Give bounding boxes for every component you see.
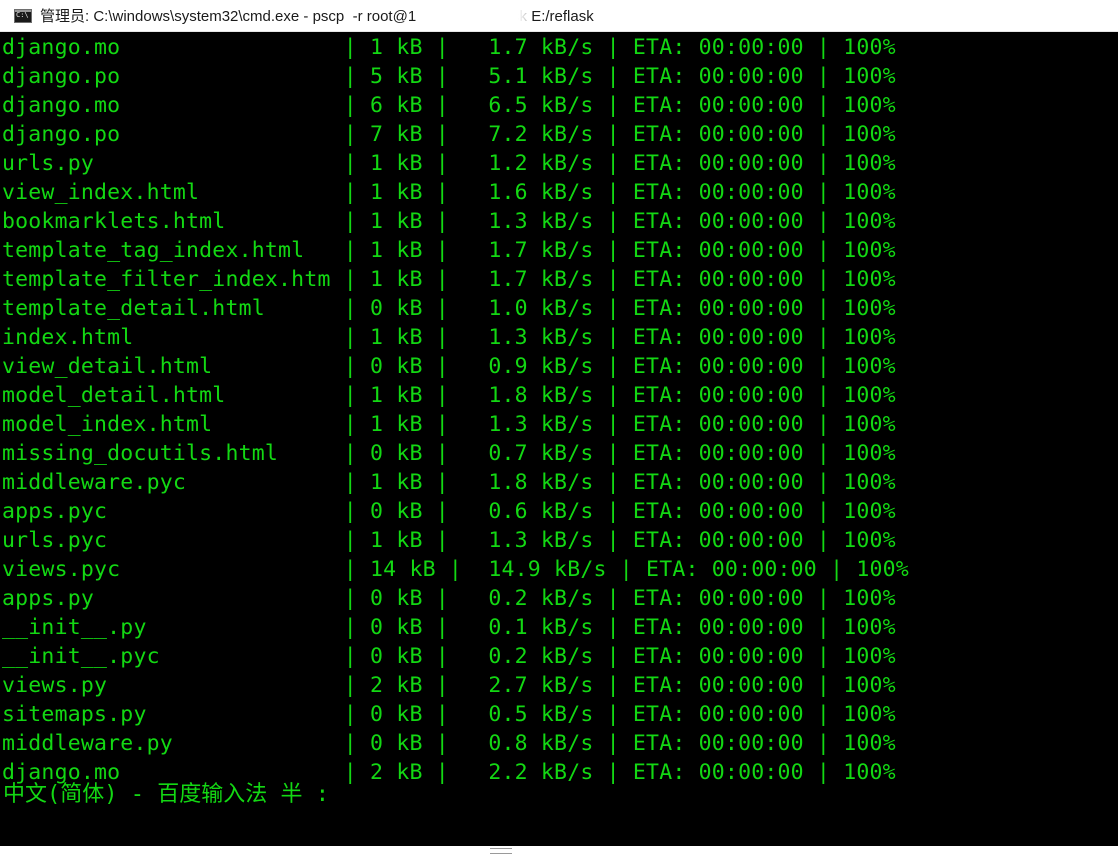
- terminal-line: django.mo | 6 kB | 6.5 kB/s | ETA: 00:00…: [2, 93, 896, 118]
- terminal-line: missing_docutils.html | 0 kB | 0.7 kB/s …: [2, 441, 896, 466]
- terminal-line: apps.py | 0 kB | 0.2 kB/s | ETA: 00:00:0…: [2, 586, 896, 611]
- terminal-line: sitemaps.py | 0 kB | 0.5 kB/s | ETA: 00:…: [2, 702, 896, 727]
- terminal-line: urls.pyc | 1 kB | 1.3 kB/s | ETA: 00:00:…: [2, 528, 896, 553]
- console-app-icon[interactable]: [14, 8, 32, 23]
- terminal-line: middleware.pyc | 1 kB | 1.8 kB/s | ETA: …: [2, 470, 896, 495]
- terminal-line: urls.py | 1 kB | 1.2 kB/s | ETA: 00:00:0…: [2, 151, 896, 176]
- redacted-host-mask: [440, 2, 532, 28]
- cmd-window: 管理员: C:\windows\system32\cmd.exe - pscp …: [0, 0, 1118, 854]
- terminal-line: model_detail.html | 1 kB | 1.8 kB/s | ET…: [2, 383, 896, 408]
- terminal-line: apps.pyc | 0 kB | 0.6 kB/s | ETA: 00:00:…: [2, 499, 896, 524]
- terminal-line: model_index.html | 1 kB | 1.3 kB/s | ETA…: [2, 412, 896, 437]
- terminal-line: django.po | 5 kB | 5.1 kB/s | ETA: 00:00…: [2, 64, 896, 89]
- terminal-line: views.py | 2 kB | 2.7 kB/s | ETA: 00:00:…: [2, 673, 896, 698]
- terminal-line: template_tag_index.html | 1 kB | 1.7 kB/…: [2, 238, 896, 263]
- terminal-line: view_index.html | 1 kB | 1.6 kB/s | ETA:…: [2, 180, 896, 205]
- terminal-line: __init__.py | 0 kB | 0.1 kB/s | ETA: 00:…: [2, 615, 896, 640]
- terminal-line: views.pyc | 14 kB | 14.9 kB/s | ETA: 00:…: [2, 557, 909, 582]
- terminal-output[interactable]: django.mo | 1 kB | 1.7 kB/s | ETA: 00:00…: [0, 33, 1118, 854]
- terminal-line: __init__.pyc | 0 kB | 0.2 kB/s | ETA: 00…: [2, 644, 896, 669]
- terminal-line: template_detail.html | 0 kB | 1.0 kB/s |…: [2, 296, 896, 321]
- title-bar[interactable]: 管理员: C:\windows\system32\cmd.exe - pscp …: [0, 0, 1118, 32]
- bottom-edge: [0, 846, 1118, 854]
- resize-grip-icon[interactable]: [490, 848, 512, 854]
- terminal-line: template_filter_index.htm | 1 kB | 1.7 k…: [2, 267, 896, 292]
- terminal-line: middleware.py | 0 kB | 0.8 kB/s | ETA: 0…: [2, 731, 896, 756]
- ime-status-line: 中文(简体) - 百度输入法 半 :: [3, 782, 329, 807]
- terminal-line: index.html | 1 kB | 1.3 kB/s | ETA: 00:0…: [2, 325, 896, 350]
- terminal-line: django.mo | 1 kB | 1.7 kB/s | ETA: 00:00…: [2, 35, 896, 60]
- terminal-line: view_detail.html | 0 kB | 0.9 kB/s | ETA…: [2, 354, 896, 379]
- terminal-line: django.po | 7 kB | 7.2 kB/s | ETA: 00:00…: [2, 122, 896, 147]
- terminal-line: bookmarklets.html | 1 kB | 1.3 kB/s | ET…: [2, 209, 896, 234]
